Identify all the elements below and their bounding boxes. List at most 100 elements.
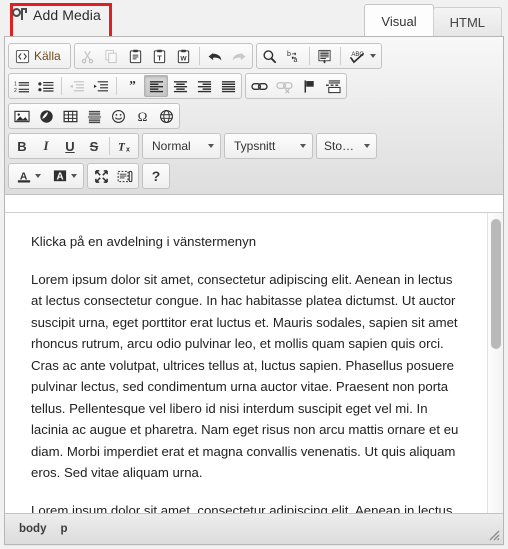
tab-visual[interactable]: Visual [364,4,434,37]
chevron-down-icon [35,174,41,178]
add-media-button[interactable]: Add Media [12,7,101,23]
source-button[interactable]: Källa [10,45,69,67]
decrease-indent-button[interactable] [65,75,89,97]
iframe-button[interactable] [154,105,178,127]
svg-text:A: A [56,171,63,182]
tab-html[interactable]: HTML [432,7,502,37]
editable-body[interactable]: Klicka på en avdelning i vänstermenyn Lo… [5,213,487,513]
toolbar-row-1: Källa T W b a ABC [8,41,501,71]
horizontal-rule-button[interactable] [82,105,106,127]
show-blocks-icon [117,170,133,182]
chevron-down-icon [364,144,370,148]
elements-path-body[interactable]: body [19,523,46,535]
align-justify-icon [221,80,235,92]
toolbar-row-3: Ω [8,101,501,131]
svg-text:W: W [181,55,188,62]
elements-path-p[interactable]: p [60,523,67,535]
toolbar-group-tools [87,163,139,189]
toolbar-separator [308,47,310,65]
top-bar: Add Media Visual HTML [0,0,508,40]
paragraph-format-select[interactable]: Normal [142,133,221,159]
italic-label: I [43,138,49,153]
insert-table-button[interactable] [58,105,82,127]
source-code-icon [15,49,30,63]
insert-smiley-button[interactable] [106,105,130,127]
toolbar-separator [61,77,62,95]
text-color-button[interactable]: A [10,165,46,187]
insert-flash-button[interactable] [34,105,58,127]
toolbar-row-2: 1 2 ” [8,71,501,101]
maximize-button[interactable] [89,165,113,187]
svg-text:Ω: Ω [137,109,147,124]
font-size-value: Sto… [324,139,355,153]
about-button[interactable]: ? [144,165,168,187]
redo-button[interactable] [227,45,251,67]
globe-icon [159,109,173,123]
replace-button[interactable]: b a [282,45,306,67]
toolbar-group-links [245,73,347,99]
indent-icon [93,80,109,91]
paste-from-word-button[interactable]: W [172,45,196,67]
align-center-button[interactable] [168,75,192,97]
align-right-button[interactable] [192,75,216,97]
source-button-label: Källa [34,49,61,63]
undo-button[interactable] [203,45,227,67]
paste-as-plain-text-button[interactable]: T [148,45,172,67]
strikethrough-button[interactable]: S [82,135,106,157]
spellcheck-button[interactable]: ABC [344,45,380,67]
paste-button[interactable] [124,45,148,67]
bold-button[interactable]: B [10,135,34,157]
italic-button[interactable]: I [34,135,58,157]
text-color-icon: A [17,171,31,182]
remove-format-button[interactable]: T x [113,135,137,157]
numbered-list-button[interactable]: 1 2 [10,75,34,97]
insert-link-button[interactable] [247,75,272,97]
flash-icon [39,109,53,123]
scrollbar-thumb[interactable] [491,219,501,349]
toolbar-group-basic-styles: B I U S T x [8,133,139,159]
increase-indent-button[interactable] [89,75,113,97]
svg-text:2: 2 [14,88,17,94]
toolbar-row-5: A A ? [8,161,501,191]
add-media-label: Add Media [33,7,101,23]
blockquote-button[interactable]: ” [120,75,144,97]
svg-text:1: 1 [14,81,17,87]
select-all-button[interactable] [313,45,337,67]
quote-icon: ” [129,79,136,92]
background-color-button[interactable]: A [46,165,82,187]
resize-grip-icon[interactable] [488,529,500,541]
numbered-list-icon: 1 2 [14,81,30,94]
page-break-button[interactable] [321,75,345,97]
editor-content-area: Klicka på en avdelning i vänstermenyn Lo… [5,212,503,513]
link-icon [251,82,268,90]
cut-button[interactable] [76,45,100,67]
find-button[interactable] [258,45,282,67]
font-family-select[interactable]: Typsnitt [224,133,313,159]
content-scrollbar[interactable] [487,213,503,513]
unlink-button[interactable] [272,75,297,97]
align-justify-button[interactable] [216,75,240,97]
content-paragraph: Lorem ipsum dolor sit amet, consectetur … [31,271,459,481]
font-size-select[interactable]: Sto… [316,133,377,159]
show-blocks-button[interactable] [113,165,137,187]
underline-button[interactable]: U [58,135,82,157]
chevron-down-icon [71,174,77,178]
undo-arrow-icon [208,52,221,61]
content-paragraph: Lorem ipsum dolor sit amet, consectetur … [31,502,453,514]
special-character-button[interactable]: Ω [130,105,154,127]
bulleted-list-button[interactable] [34,75,58,97]
select-all-icon [318,49,331,64]
align-right-icon [197,80,211,92]
rich-text-editor: Källa T W b a ABC 1 2 ” Ω B I U S T x No… [4,36,504,545]
align-left-button[interactable] [144,75,168,97]
abc-check-icon: ABC [349,51,364,63]
bulleted-list-icon [38,81,54,92]
anchor-button[interactable] [297,75,321,97]
smiley-icon [111,109,125,123]
copy-button[interactable] [100,45,124,67]
toolbar-separator [116,77,117,95]
svg-text:T: T [157,53,162,62]
insert-image-button[interactable] [10,105,34,127]
media-notes-icon [12,7,28,23]
toolbar-group-clipboard: T W [73,43,253,69]
